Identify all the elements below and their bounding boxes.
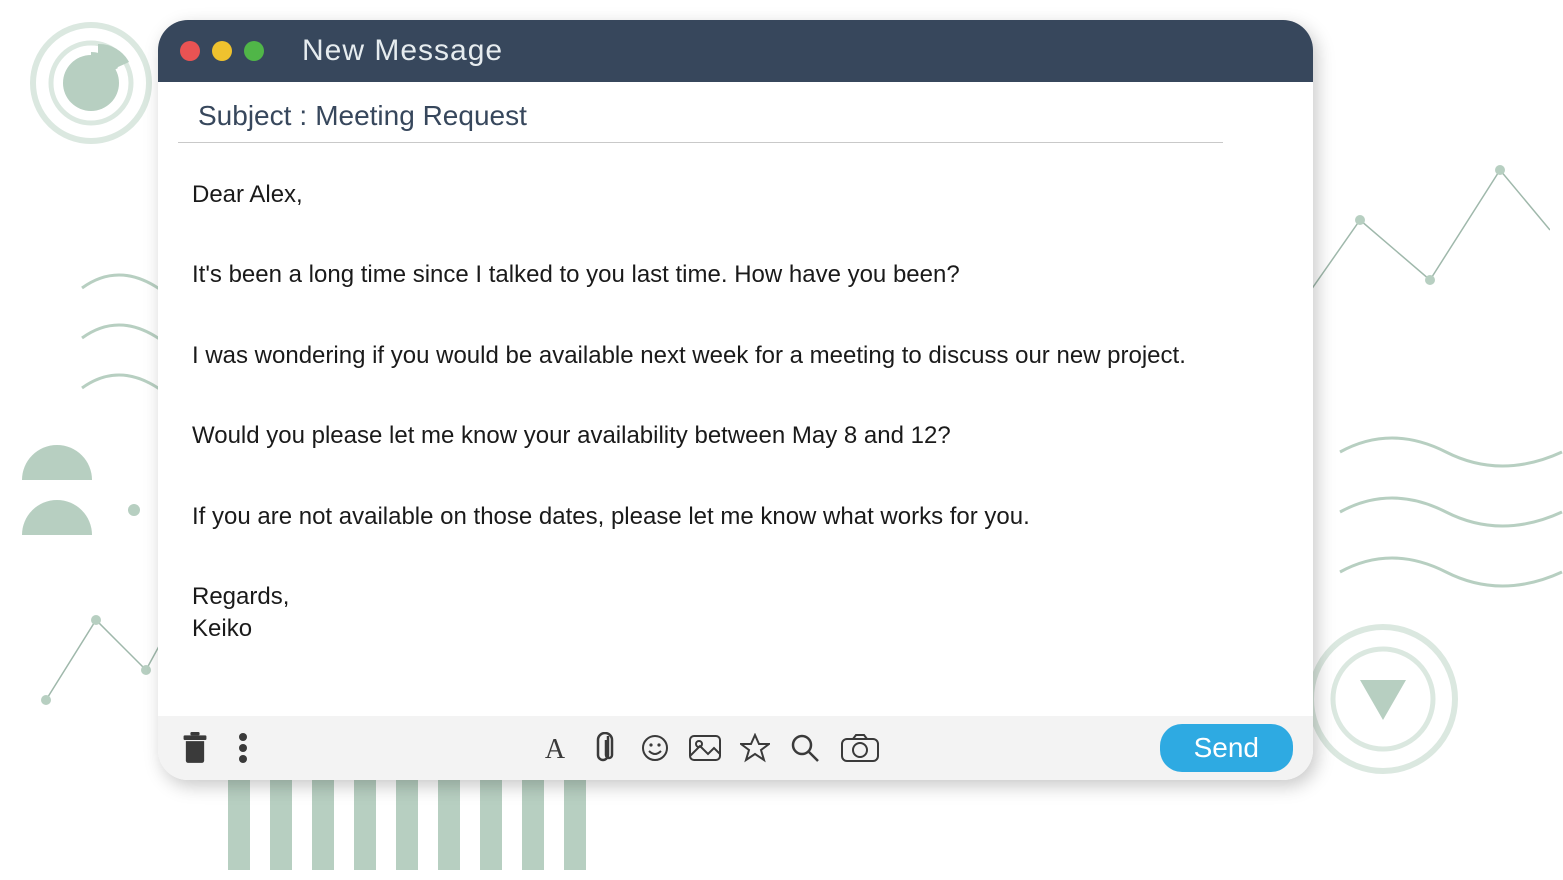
- decorative-bars-icon: [228, 780, 588, 875]
- trash-icon[interactable]: [178, 731, 212, 765]
- close-window-dot[interactable]: [180, 41, 200, 61]
- camera-icon[interactable]: [838, 731, 882, 765]
- subject-row: Subject : Meeting Request: [178, 82, 1223, 143]
- search-icon[interactable]: [788, 731, 822, 765]
- body-greeting: Dear Alex,: [192, 179, 1277, 211]
- titlebar: New Message: [158, 20, 1313, 82]
- compose-window: New Message Subject : Meeting Request De…: [158, 20, 1313, 780]
- body-paragraph: It's been a long time since I talked to …: [192, 259, 1277, 291]
- body-paragraph: If you are not available on those dates,…: [192, 501, 1277, 533]
- send-button[interactable]: Send: [1160, 724, 1293, 772]
- svg-text:A: A: [545, 734, 566, 763]
- decorative-waves-right-icon: [1336, 432, 1563, 597]
- subject-input[interactable]: Meeting Request: [315, 100, 527, 132]
- decorative-semicircles-icon: [22, 440, 92, 555]
- emoji-icon[interactable]: [638, 731, 672, 765]
- font-icon[interactable]: A: [538, 731, 572, 765]
- attachment-icon[interactable]: [588, 731, 622, 765]
- compose-toolbar: A Send: [158, 716, 1313, 780]
- decorative-triangle-circle-icon: [1306, 622, 1460, 776]
- body-paragraph: Would you please let me know your availa…: [192, 420, 1277, 452]
- body-signoff: Regards,: [192, 581, 1277, 613]
- message-body[interactable]: Dear Alex, It's been a long time since I…: [158, 143, 1313, 656]
- decorative-pie-icon: [30, 22, 152, 144]
- subject-separator: :: [299, 100, 307, 132]
- more-options-icon[interactable]: [226, 731, 260, 765]
- star-icon[interactable]: [738, 731, 772, 765]
- body-paragraph: I was wondering if you would be availabl…: [192, 340, 1277, 372]
- subject-label: Subject: [198, 100, 291, 132]
- window-title: New Message: [302, 34, 503, 68]
- maximize-window-dot[interactable]: [244, 41, 264, 61]
- body-signature: Keiko: [192, 613, 1277, 645]
- minimize-window-dot[interactable]: [212, 41, 232, 61]
- decorative-graph-tr-icon: [1290, 140, 1550, 340]
- image-icon[interactable]: [688, 731, 722, 765]
